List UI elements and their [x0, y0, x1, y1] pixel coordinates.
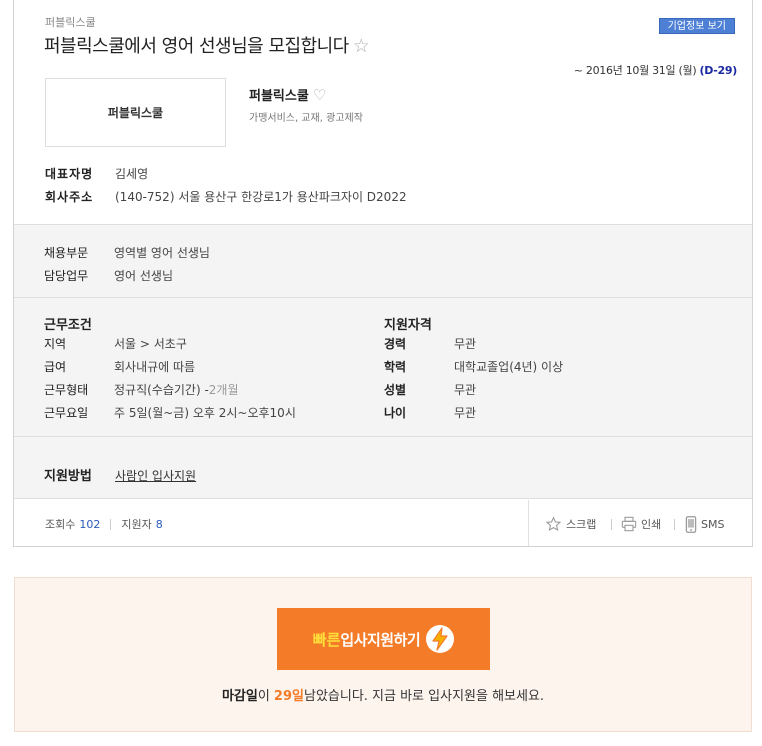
job-title-text: 퍼블릭스쿨에서 영어 선생님을 모집합니다	[44, 36, 349, 57]
views-count: 102	[79, 517, 101, 531]
condition-row: 지역 서울 > 서초구	[44, 335, 187, 352]
duty-row: 담당업무 영어 선생님	[44, 267, 173, 284]
company-logo-text: 퍼블릭스쿨	[107, 106, 164, 120]
tool-divider	[611, 519, 612, 530]
qualification-label: 나이	[384, 406, 407, 420]
field-value: 영역별 영어 선생님	[114, 246, 210, 260]
star-outline-icon	[545, 516, 562, 531]
duty-value: 영어 선생님	[114, 269, 174, 283]
recruit-section: 채용부문 영역별 영어 선생님 담당업무 영어 선생님	[14, 224, 752, 297]
tool-divider	[674, 519, 675, 530]
company-category: 가맹서비스, 교재, 광고제작	[249, 113, 363, 124]
apply-method-section: 지원방법 사람인 입사지원	[14, 436, 752, 499]
deadline-word: 마감일	[221, 689, 258, 704]
post-stats: 조회수 102 지원자 8	[45, 516, 163, 532]
scrap-label: 스크랩	[566, 518, 597, 531]
applicants-count: 8	[155, 517, 163, 531]
sms-button[interactable]: SMS	[685, 516, 724, 533]
condition-value: 서울 > 서초구	[114, 337, 187, 351]
condition-value: 주 5일(월~금) 오후 2시~오후10시	[114, 406, 296, 420]
message-connector: 이	[257, 689, 274, 704]
field-row: 채용부문 영역별 영어 선생님	[44, 244, 210, 261]
deadline-message: 마감일이 29일남았습니다. 지금 바로 입사지원을 해보세요.	[15, 685, 751, 704]
condition-row: 근무요일 주 5일(월~금) 오후 2시~오후10시	[44, 404, 296, 421]
ceo-value: 김세영	[115, 167, 149, 181]
condition-label: 근무형태	[44, 383, 89, 397]
condition-value: 정규직(수습기간) -	[114, 383, 209, 397]
ceo-row: 대표자명 김세영	[45, 165, 148, 182]
qualification-value: 무관	[454, 337, 477, 351]
phone-icon	[685, 516, 697, 533]
corp-info-button[interactable]: 기업정보 보기	[658, 18, 735, 34]
qualification-label: 경력	[384, 337, 407, 351]
qualification-label: 성별	[384, 383, 407, 397]
qualification-row: 나이 무관	[384, 404, 476, 421]
days-remaining: 29일	[273, 689, 304, 704]
qualification-row: 성별 무관	[384, 381, 476, 398]
qualification-label: 학력	[384, 360, 407, 374]
deadline: ~ 2016년 10월 31일 (월) (D-29)	[573, 62, 738, 78]
favorite-star-icon[interactable]: ☆	[353, 35, 370, 57]
job-title: 퍼블릭스쿨에서 영어 선생님을 모집합니다 ☆	[44, 32, 370, 58]
sms-label: SMS	[701, 518, 725, 531]
address-row: 회사주소 (140-752) 서울 용산구 한강로1가 용산파크자이 D2022	[45, 188, 407, 205]
apply-method-link[interactable]: 사람인 입사지원	[115, 467, 196, 484]
apply-method-label: 지원방법	[44, 469, 92, 484]
qualifications-title: 지원자격	[384, 318, 432, 333]
condition-label: 근무요일	[44, 406, 89, 420]
quick-apply-button[interactable]: 빠른 입사지원하기	[277, 608, 490, 670]
message-suffix: 남았습니다. 지금 바로 입사지원을 해보세요.	[303, 689, 545, 704]
company-name: 퍼블릭스쿨 ♡	[249, 85, 326, 104]
views-label: 조회수	[45, 518, 76, 531]
d-day-badge: (D-29)	[699, 64, 738, 77]
footer-divider	[528, 500, 529, 546]
duty-label: 담당업무	[44, 269, 89, 283]
lightning-icon	[426, 625, 455, 653]
printer-icon	[621, 516, 637, 532]
company-name-small[interactable]: 퍼블릭스쿨	[45, 14, 96, 30]
qualification-row: 경력 무관	[384, 335, 476, 352]
stats-divider	[110, 518, 112, 530]
condition-label: 급여	[44, 360, 67, 374]
quick-label: 빠른	[312, 630, 341, 649]
company-logo[interactable]: 퍼블릭스쿨	[45, 78, 226, 147]
condition-label: 지역	[44, 337, 67, 351]
condition-row: 근무형태 정규직(수습기간) -2개월	[44, 381, 239, 398]
address-value: (140-752) 서울 용산구 한강로1가 용산파크자이 D2022	[115, 190, 407, 204]
scrap-button[interactable]: 스크랩	[545, 516, 596, 532]
apply-label: 입사지원하기	[340, 630, 421, 649]
job-posting-card: 퍼블릭스쿨 퍼블릭스쿨에서 영어 선생님을 모집합니다 ☆ 기업정보 보기 ~ 2…	[13, 0, 753, 547]
qualification-value: 대학교졸업(4년) 이상	[454, 360, 564, 374]
qualification-row: 학력 대학교졸업(4년) 이상	[384, 358, 563, 375]
ceo-label: 대표자명	[45, 167, 94, 181]
print-button[interactable]: 인쇄	[621, 516, 661, 532]
qualification-value: 무관	[454, 406, 477, 420]
deadline-date: ~ 2016년 10월 31일 (월)	[573, 64, 697, 77]
qualification-value: 무관	[454, 383, 477, 397]
conditions-title: 근무조건	[44, 318, 92, 333]
condition-value: 회사내규에 따름	[114, 360, 196, 374]
applicants-label: 지원자	[121, 518, 152, 531]
field-label: 채용부문	[44, 246, 89, 260]
print-label: 인쇄	[641, 518, 662, 531]
company-name-text[interactable]: 퍼블릭스쿨	[249, 89, 309, 104]
address-label: 회사주소	[45, 190, 94, 204]
quick-apply-panel: 빠른 입사지원하기 마감일이 29일남았습니다. 지금 바로 입사지원을 해보세요…	[14, 577, 752, 732]
probation-period: 2개월	[208, 383, 239, 397]
heart-icon[interactable]: ♡	[313, 86, 326, 104]
conditions-section: 근무조건 지역 서울 > 서초구 급여 회사내규에 따름 근무형태 정규직(수습…	[14, 297, 752, 436]
condition-row: 급여 회사내규에 따름	[44, 358, 195, 375]
